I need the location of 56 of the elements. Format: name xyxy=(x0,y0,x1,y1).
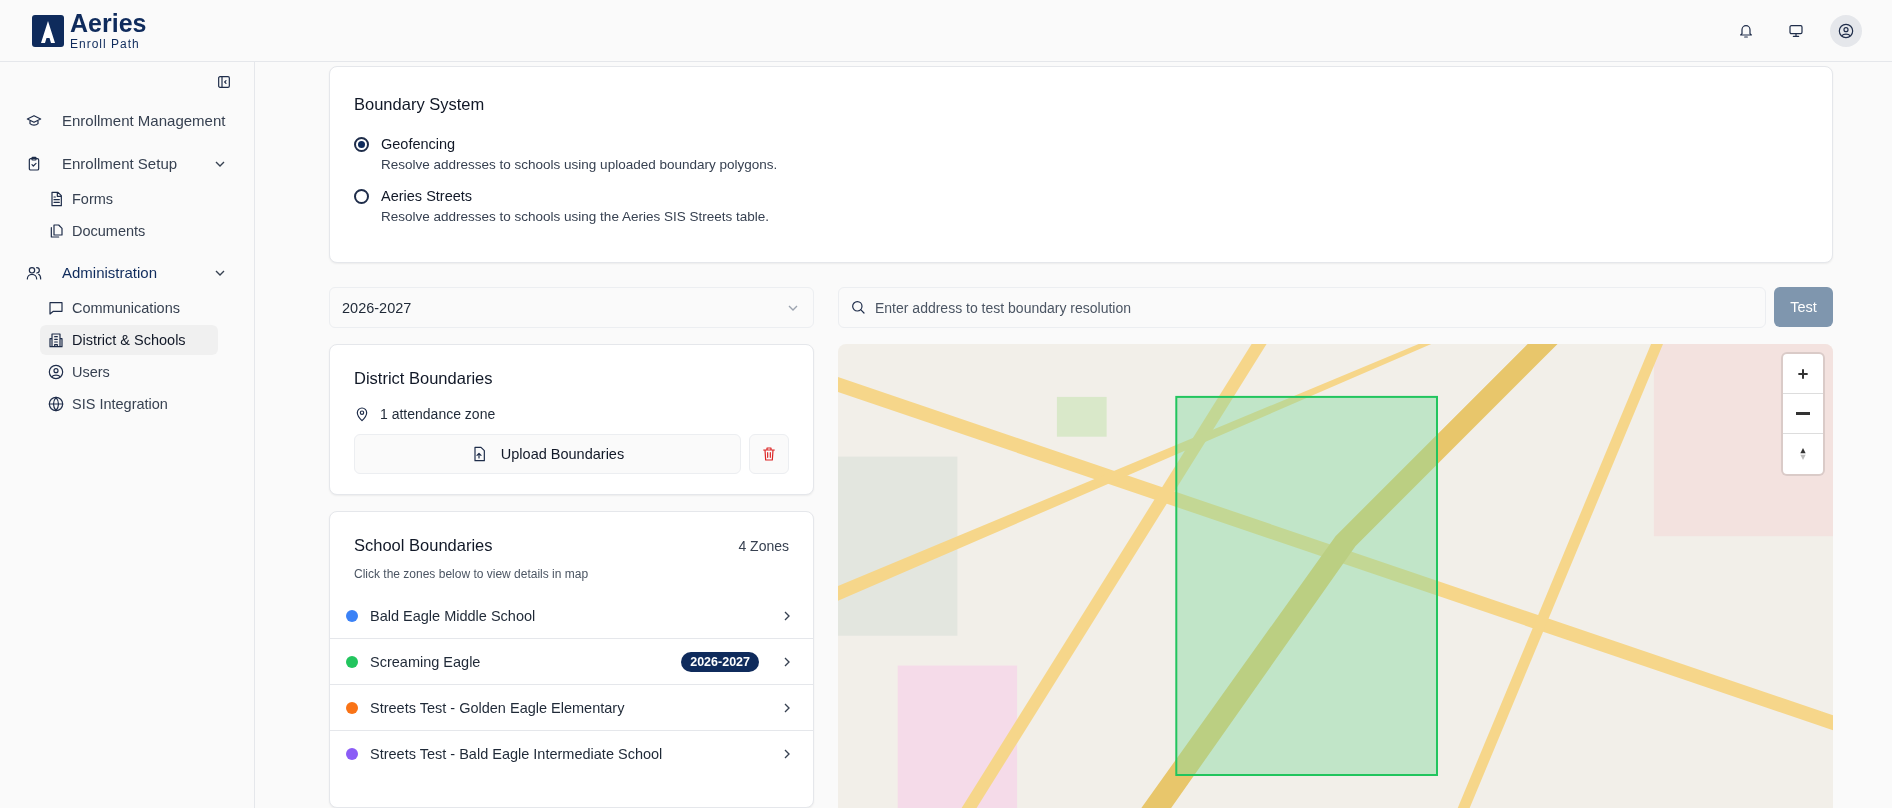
logo-icon xyxy=(32,14,64,47)
search-icon xyxy=(850,299,866,315)
sidebar-subitem[interactable]: Communications xyxy=(40,293,218,323)
trash-icon xyxy=(761,446,777,462)
radio-button[interactable] xyxy=(354,137,369,152)
building-icon xyxy=(48,332,64,348)
zone-row[interactable]: Bald Eagle Middle School xyxy=(330,593,813,639)
option-description: Resolve addresses to schools using uploaded boundary polygons. xyxy=(381,157,778,172)
option-description: Resolve addresses to schools using the Aeries SIS Streets table. xyxy=(381,209,769,224)
globe-icon xyxy=(48,396,64,412)
card-title: Boundary System xyxy=(354,95,486,114)
logo-subtitle: Enroll Path xyxy=(70,38,141,50)
bell-icon xyxy=(1738,22,1754,39)
monitor-icon xyxy=(1788,22,1804,39)
zone-count: 4 Zones xyxy=(738,538,789,554)
option-label: Geofencing xyxy=(381,136,457,152)
address-search-field[interactable]: Enter address to test boundary resolution xyxy=(838,287,1766,328)
clipboard-icon xyxy=(26,155,42,172)
sidebar-item[interactable]: Enrollment Management xyxy=(22,104,232,137)
account-button[interactable] xyxy=(1830,14,1862,47)
sidebar-subitem[interactable]: SIS Integration xyxy=(40,389,218,419)
sidebar-subitem[interactable]: District & Schools xyxy=(40,325,218,355)
option-label: Aeries Streets xyxy=(381,188,474,204)
delete-button[interactable] xyxy=(749,434,789,474)
sidebar-subitem[interactable]: Users xyxy=(40,357,218,387)
document-icon xyxy=(48,191,64,207)
hint-text: Click the zones below to view details in map xyxy=(354,567,590,581)
zone-name: Screaming Eagle xyxy=(370,653,482,670)
zone-row[interactable]: Streets Test - Bald Eagle Intermediate School xyxy=(330,731,813,776)
zone-name: Bald Eagle Middle School xyxy=(370,607,537,624)
radio-button[interactable] xyxy=(354,189,369,204)
card-title: District Boundaries xyxy=(354,369,494,388)
collapse-sidebar-button[interactable] xyxy=(216,74,232,90)
zone-row[interactable]: Streets Test - Golden Eagle Elementary xyxy=(330,685,813,731)
sidebar-subitem[interactable]: Documents xyxy=(40,216,218,246)
logo-title: Aeries xyxy=(70,11,147,36)
year-select[interactable]: 2026-2027 xyxy=(329,287,814,328)
sidebar-item[interactable]: Enrollment Setup xyxy=(22,147,232,180)
map-pin-icon xyxy=(354,406,370,422)
sidebar-subitem[interactable]: Forms xyxy=(40,184,218,214)
minus-icon xyxy=(1796,412,1810,415)
year-badge: 2026-2027 xyxy=(681,651,759,672)
upload-boundaries-button[interactable]: Upload Boundaries xyxy=(354,434,741,474)
zone-row[interactable]: Screaming Eagle 2026-2027 xyxy=(330,639,813,685)
user-circle-icon xyxy=(1838,22,1854,39)
copy-icon xyxy=(48,223,64,239)
sidebar-item[interactable]: Administration xyxy=(22,256,232,289)
sidebar-toggle-icon xyxy=(216,74,232,90)
user-circle-icon xyxy=(48,364,64,380)
zone-name: Streets Test - Golden Eagle Elementary xyxy=(370,699,626,716)
chat-icon xyxy=(48,300,64,316)
zone-name: Streets Test - Bald Eagle Intermediate School xyxy=(370,745,664,762)
graduation-cap-icon xyxy=(26,112,42,129)
card-title: School Boundaries xyxy=(354,536,493,555)
zone-count: 1 attendance zone xyxy=(380,406,496,422)
users-icon xyxy=(26,264,42,281)
